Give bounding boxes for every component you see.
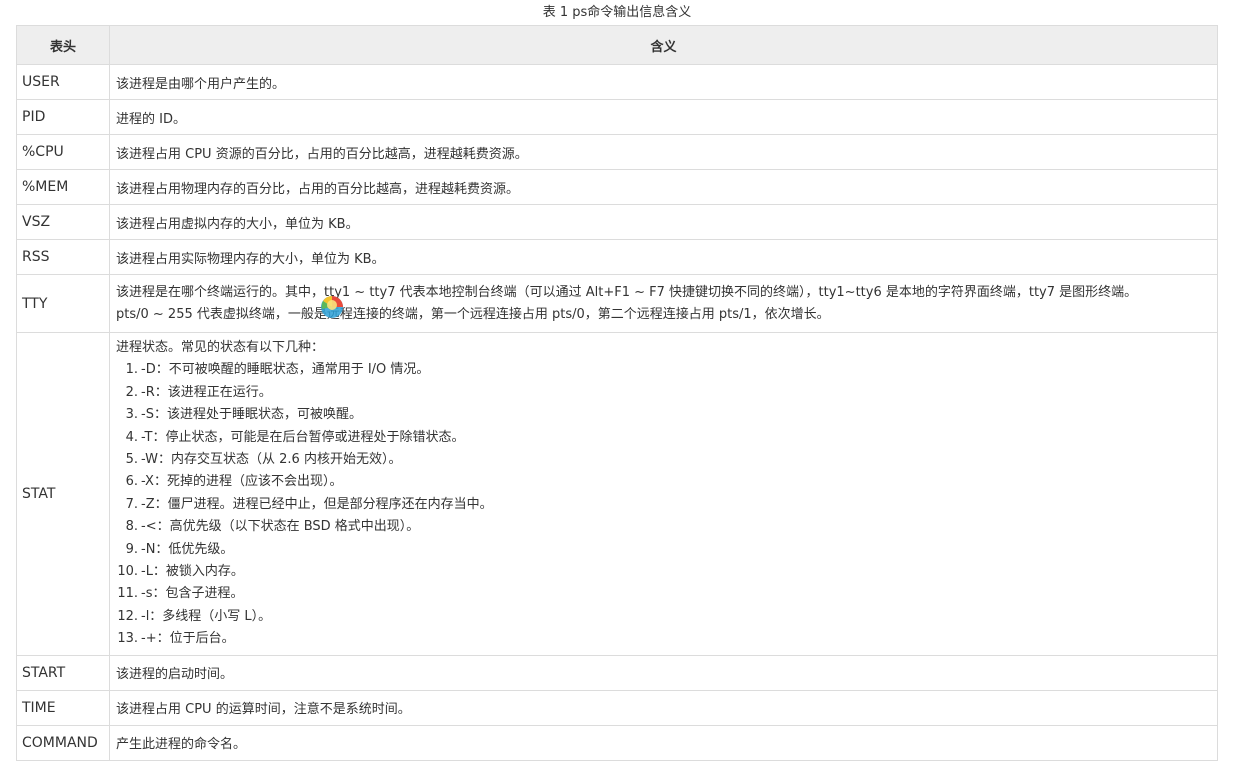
list-number: 3. xyxy=(125,407,138,423)
list-text: -N：低优先级。 xyxy=(141,541,234,557)
row-value: 该进程占用物理内存的百分比，占用的百分比越高，进程越耗费资源。 xyxy=(109,169,1218,205)
stat-list: 1. -D：不可被唤醒的睡眠状态，通常用于 I/O 情况。 2. -R：该进程正在运… xyxy=(116,359,1211,650)
list-text: -T：停止状态，可能是在后台暂停或进程处于除错状态。 xyxy=(141,429,465,445)
list-number: 1. xyxy=(125,362,138,378)
row-value: 该进程占用 CPU 资源的百分比，占用的百分比越高，进程越耗费资源。 xyxy=(109,134,1218,170)
list-item: 3. -S：该进程处于睡眠状态，可被唤醒。 xyxy=(116,404,1211,426)
table-row: %MEM 该进程占用物理内存的百分比，占用的百分比越高，进程越耗费资源。 xyxy=(16,169,1218,205)
row-value: 进程的 ID。 xyxy=(109,99,1218,135)
list-number: 7. xyxy=(125,496,138,512)
table-row: VSZ 该进程占用虚拟内存的大小，单位为 KB。 xyxy=(16,204,1218,240)
list-number: 13. xyxy=(117,631,138,647)
list-text: -Z：僵尸进程。进程已经中止，但是部分程序还在内存当中。 xyxy=(141,496,493,512)
table-row: %CPU 该进程占用 CPU 资源的百分比，占用的百分比越高，进程越耗费资源。 xyxy=(16,134,1218,170)
row-key: %CPU xyxy=(16,134,110,170)
list-number: 12. xyxy=(117,608,138,624)
table-header-row: 表头 含义 xyxy=(16,25,1218,65)
header-column-meaning: 含义 xyxy=(109,25,1218,65)
list-item: 10. -L：被锁入内存。 xyxy=(116,561,1211,583)
list-text: -s：包含子进程。 xyxy=(141,586,244,602)
row-key: PID xyxy=(16,99,110,135)
row-value: 该进程占用虚拟内存的大小，单位为 KB。 xyxy=(109,204,1218,240)
list-number: 11. xyxy=(117,586,138,602)
row-key: RSS xyxy=(16,239,110,275)
list-text: -l：多线程（小写 L）。 xyxy=(141,608,272,624)
list-text: -S：该进程处于睡眠状态，可被唤醒。 xyxy=(141,407,362,423)
table-caption: 表 1 ps命令输出信息含义 xyxy=(542,5,692,20)
row-key: VSZ xyxy=(16,204,110,240)
list-number: 2. xyxy=(125,384,138,400)
list-item: 8. -<：高优先级（以下状态在 BSD 格式中出现）。 xyxy=(116,516,1211,538)
list-item: 12. -l：多线程（小写 L）。 xyxy=(116,606,1211,628)
tty-line-1: 该进程是在哪个终端运行的。其中，tty1 ~ tty7 代表本地控制台终端（可以… xyxy=(116,284,1138,300)
table-row: START 该进程的启动时间。 xyxy=(16,654,1218,691)
row-value: 该进程是由哪个用户产生的。 xyxy=(109,64,1218,100)
table-row: TIME 该进程占用 CPU 的运算时间，注意不是系统时间。 xyxy=(16,689,1218,726)
row-key: START xyxy=(16,654,110,691)
list-text: -L：被锁入内存。 xyxy=(141,564,244,580)
list-number: 8. xyxy=(125,519,138,535)
list-item: 9. -N：低优先级。 xyxy=(116,539,1211,561)
list-text: -R：该进程正在运行。 xyxy=(141,384,272,400)
row-value-stat: 进程状态。常见的状态有以下几种： 1. -D：不可被唤醒的睡眠状态，通常用于 I/… xyxy=(109,332,1218,656)
header-column-field: 表头 xyxy=(16,25,110,65)
list-item: 11. -s：包含子进程。 xyxy=(116,583,1211,605)
list-item: 5. -W：内存交互状态（从 2.6 内核开始无效）。 xyxy=(116,449,1211,471)
list-item: 4. -T：停止状态，可能是在后台暂停或进程处于除错状态。 xyxy=(116,427,1211,449)
row-key: USER xyxy=(16,64,110,100)
list-item: 13. -+：位于后台。 xyxy=(116,628,1211,650)
row-value: 该进程占用实际物理内存的大小，单位为 KB。 xyxy=(109,239,1218,275)
list-item: 7. -Z：僵尸进程。进程已经中止，但是部分程序还在内存当中。 xyxy=(116,494,1211,516)
row-value: 该进程占用 CPU 的运算时间，注意不是系统时间。 xyxy=(109,689,1218,726)
row-value: 该进程的启动时间。 xyxy=(109,654,1218,691)
list-text: -X：死掉的进程（应该不会出现）。 xyxy=(141,474,343,490)
row-key: COMMAND xyxy=(16,724,110,761)
ps-output-table: 表头 含义 USER 该进程是由哪个用户产生的。 PID 进程的 ID。 %CP… xyxy=(16,25,1218,761)
list-number: 6. xyxy=(125,474,138,490)
list-text: -+：位于后台。 xyxy=(141,631,235,647)
stat-intro: 进程状态。常见的状态有以下几种： xyxy=(116,340,325,355)
list-number: 10. xyxy=(117,564,138,580)
row-value: 产生此进程的命令名。 xyxy=(109,724,1218,761)
list-item: 2. -R：该进程正在运行。 xyxy=(116,382,1211,404)
table-row: PID 进程的 ID。 xyxy=(16,99,1218,135)
list-text: -W：内存交互状态（从 2.6 内核开始无效）。 xyxy=(141,452,402,468)
tty-line-2: pts/0 ~ 255 代表虚拟终端，一般是远程连接的终端，第一个远程连接占用 … xyxy=(116,306,830,322)
table-row: USER 该进程是由哪个用户产生的。 xyxy=(16,64,1218,100)
row-value-tty: 该进程是在哪个终端运行的。其中，tty1 ~ tty7 代表本地控制台终端（可以… xyxy=(109,274,1218,333)
table-row-tty: TTY 该进程是在哪个终端运行的。其中，tty1 ~ tty7 代表本地控制台终… xyxy=(16,274,1218,333)
list-number: 5. xyxy=(125,452,138,468)
list-number: 9. xyxy=(125,541,138,557)
list-item: 1. -D：不可被唤醒的睡眠状态，通常用于 I/O 情况。 xyxy=(116,359,1211,381)
row-key: %MEM xyxy=(16,169,110,205)
row-key: STAT xyxy=(16,332,110,656)
row-key: TIME xyxy=(16,689,110,726)
row-key: TTY xyxy=(16,274,110,333)
list-item: 6. -X：死掉的进程（应该不会出现）。 xyxy=(116,471,1211,493)
table-row-stat: STAT 进程状态。常见的状态有以下几种： 1. -D：不可被唤醒的睡眠状态，通常… xyxy=(16,332,1218,656)
table-row: COMMAND 产生此进程的命令名。 xyxy=(16,724,1218,761)
table-row: RSS 该进程占用实际物理内存的大小，单位为 KB。 xyxy=(16,239,1218,275)
list-number: 4. xyxy=(125,429,138,445)
list-text: -D：不可被唤醒的睡眠状态，通常用于 I/O 情况。 xyxy=(141,362,430,378)
list-text: -<：高优先级（以下状态在 BSD 格式中出现）。 xyxy=(141,519,420,535)
